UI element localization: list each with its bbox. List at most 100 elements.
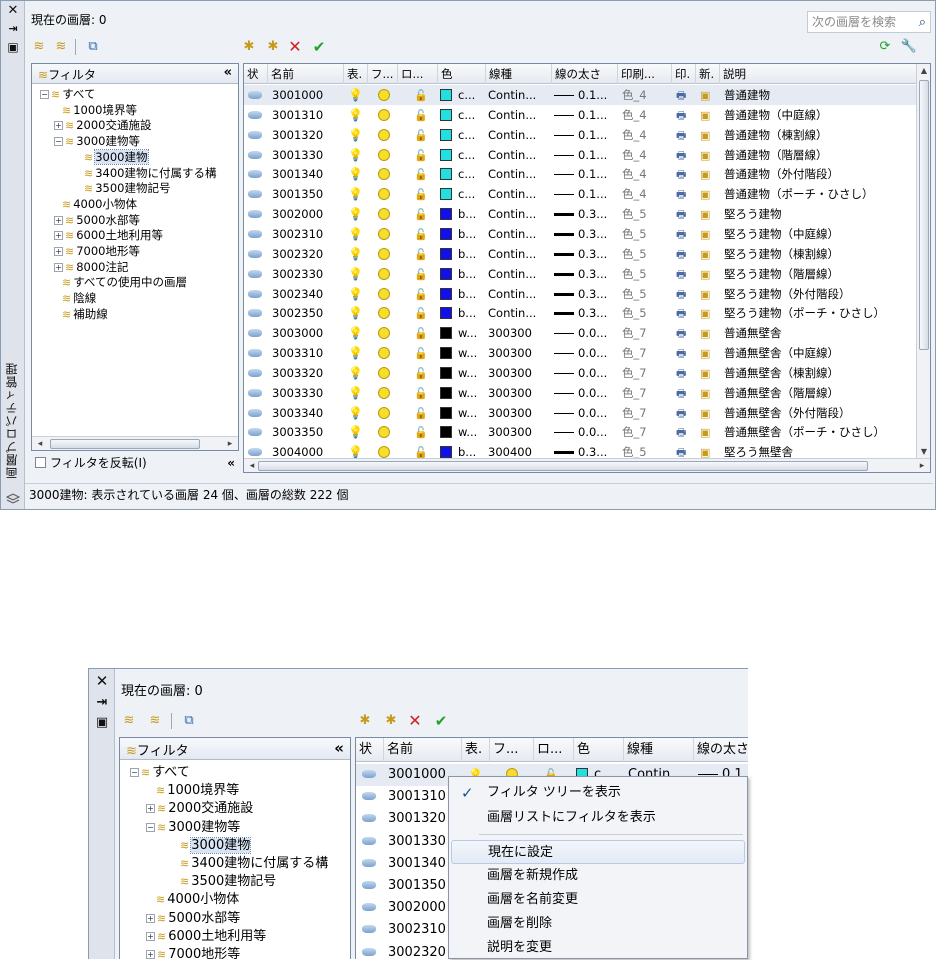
new-layer-vp-frozen-icon[interactable]: ✱ <box>381 711 401 731</box>
plotstyle-cell[interactable]: 色_5 <box>622 284 672 304</box>
tree-node[interactable]: − ≋ 3000建物等 <box>146 819 240 837</box>
new-vp-freeze-cell[interactable]: ▣ <box>700 284 720 304</box>
scroll-thumb[interactable] <box>50 439 200 449</box>
tree-node[interactable]: + ≋ 5000水部等 <box>54 212 140 228</box>
expand-node-icon[interactable]: + <box>54 121 63 131</box>
column-header[interactable]: ロ... <box>398 64 438 84</box>
lock-cell[interactable]: 🔓 <box>414 284 434 304</box>
lightbulb-icon[interactable]: 💡 <box>348 267 363 281</box>
new-vp-freeze-cell[interactable]: ▣ <box>700 403 720 423</box>
tree-node[interactable]: + ≋ 5000水部等 <box>146 910 240 928</box>
new-layer-icon[interactable]: ✱ <box>239 37 259 57</box>
printer-icon[interactable]: 🖶 <box>676 89 686 102</box>
printer-icon[interactable]: 🖶 <box>676 168 686 181</box>
linetype-cell[interactable]: 300300 <box>488 343 552 363</box>
lock-icon[interactable]: 🔓 <box>414 327 428 340</box>
menu-item[interactable]: ✓ フィルタ ツリーを表示 <box>451 781 745 805</box>
lightbulb-icon[interactable]: 💡 <box>348 366 363 380</box>
freeze-cell[interactable] <box>378 244 398 264</box>
plotstyle-cell[interactable]: 色_5 <box>622 224 672 244</box>
on-off-cell[interactable]: 💡 <box>348 164 368 184</box>
printer-icon[interactable]: 🖶 <box>676 327 686 340</box>
layer-name[interactable]: 3001000 <box>272 85 342 105</box>
collapse-node-icon[interactable]: − <box>54 137 63 147</box>
lock-icon[interactable]: 🔓 <box>414 149 428 162</box>
invert-filter-checkbox[interactable] <box>35 457 46 468</box>
plot-cell[interactable]: 🖶 <box>676 224 696 244</box>
new-vp-freeze-cell[interactable]: ▣ <box>700 184 720 204</box>
column-header[interactable]: 表. <box>462 738 490 762</box>
close-icon[interactable]: ✕ <box>89 673 115 689</box>
new-vp-freeze-icon[interactable]: ▣ <box>700 109 710 122</box>
layer-name[interactable]: 3003330 <box>272 383 342 403</box>
new-vp-freeze-icon[interactable]: ▣ <box>700 407 710 420</box>
collapse-node-icon[interactable]: − <box>40 90 49 99</box>
printer-icon[interactable]: 🖶 <box>676 188 686 201</box>
new-vp-freeze-icon[interactable]: ▣ <box>700 168 710 181</box>
layer-name[interactable]: 3002340 <box>272 284 342 304</box>
lightbulb-icon[interactable]: 💡 <box>348 326 363 340</box>
column-header[interactable]: 印刷... <box>618 64 672 84</box>
printer-icon[interactable]: 🖶 <box>676 109 686 122</box>
on-off-cell[interactable]: 💡 <box>348 303 368 323</box>
layer-name[interactable]: 3001340 <box>272 164 342 184</box>
delete-layer-icon[interactable]: ✕ <box>285 37 305 57</box>
sun-icon[interactable] <box>378 128 390 141</box>
color-cell[interactable]: w... <box>440 323 486 343</box>
freeze-cell[interactable] <box>378 422 398 442</box>
on-off-cell[interactable]: 💡 <box>348 244 368 264</box>
plotstyle-cell[interactable]: 色_5 <box>622 244 672 264</box>
lightbulb-icon[interactable]: 💡 <box>348 247 363 261</box>
layer-row[interactable]: 3001000 💡 🔓 c... Contin... 0.1... 色_4 🖶 ▣ 普通建物 <box>244 85 916 105</box>
lock-cell[interactable]: 🔓 <box>414 125 434 145</box>
layer-row[interactable]: 3001350 💡 🔓 c... Contin... 0.1... 色_4 🖶 ▣ 普通建物（ポー… <box>244 184 916 204</box>
tree-node[interactable]: ≋ 3400建物に付属する構 <box>84 165 216 181</box>
color-cell[interactable]: c... <box>440 184 486 204</box>
menu-item[interactable]: 画層を新規作成 <box>451 864 745 888</box>
description-cell[interactable]: 普通無壁舎（外付階段） <box>724 403 924 423</box>
layer-row[interactable]: 3002340 💡 🔓 b... Contin... 0.3... 色_5 🖶 ▣ 堅ろう建物（外… <box>244 284 916 304</box>
layer-name[interactable]: 3003000 <box>272 323 342 343</box>
linetype-cell[interactable]: Contin... <box>488 204 552 224</box>
menu-item[interactable]: 画層リストにフィルタを表示 <box>451 806 745 830</box>
new-vp-freeze-icon[interactable]: ▣ <box>700 208 710 221</box>
new-vp-freeze-cell[interactable]: ▣ <box>700 224 720 244</box>
linetype-cell[interactable]: Contin... <box>488 224 552 244</box>
lightbulb-icon[interactable]: 💡 <box>348 207 363 221</box>
grid-vertical-scrollbar[interactable]: ▲ ▼ <box>916 64 930 458</box>
plot-cell[interactable]: 🖶 <box>676 264 696 284</box>
new-vp-freeze-cell[interactable]: ▣ <box>700 264 720 284</box>
linetype-cell[interactable]: Contin... <box>488 164 552 184</box>
on-off-cell[interactable]: 💡 <box>348 125 368 145</box>
new-vp-freeze-cell[interactable]: ▣ <box>700 303 720 323</box>
new-vp-freeze-cell[interactable]: ▣ <box>700 125 720 145</box>
lock-icon[interactable]: 🔓 <box>414 347 428 360</box>
freeze-cell[interactable] <box>378 164 398 184</box>
lock-icon[interactable]: 🔓 <box>414 268 428 281</box>
linetype-cell[interactable]: Contin... <box>488 145 552 165</box>
layer-states-manager-icon[interactable]: ⧉ <box>179 711 199 731</box>
lock-cell[interactable]: 🔓 <box>414 383 434 403</box>
new-vp-freeze-cell[interactable]: ▣ <box>700 164 720 184</box>
printer-icon[interactable]: 🖶 <box>676 268 686 281</box>
plotstyle-cell[interactable]: 色_7 <box>622 363 672 383</box>
layer-row[interactable]: 3001340 💡 🔓 c... Contin... 0.1... 色_4 🖶 ▣ 普通建物（外付… <box>244 164 916 184</box>
on-off-cell[interactable]: 💡 <box>348 145 368 165</box>
column-header[interactable]: 線の太さ <box>552 64 618 84</box>
color-cell[interactable]: c... <box>440 164 486 184</box>
plot-cell[interactable]: 🖶 <box>676 284 696 304</box>
scroll-right-icon[interactable]: ▸ <box>224 437 236 450</box>
column-header[interactable]: 名前 <box>384 738 462 762</box>
lineweight-cell[interactable]: 0.1... <box>554 125 618 145</box>
expand-node-icon[interactable]: + <box>146 913 155 923</box>
invert-filter-row[interactable]: フィルタを反転(I) « <box>35 453 239 473</box>
new-vp-freeze-icon[interactable]: ▣ <box>700 367 710 380</box>
layer-row[interactable]: 3002330 💡 🔓 b... Contin... 0.3... 色_5 🖶 ▣ 堅ろう建物（階… <box>244 264 916 284</box>
new-vp-freeze-cell[interactable]: ▣ <box>700 343 720 363</box>
layer-row[interactable]: 3001330 💡 🔓 c... Contin... 0.1... 色_4 🖶 ▣ 普通建物（階層… <box>244 145 916 165</box>
lock-icon[interactable]: 🔓 <box>414 168 428 181</box>
close-icon[interactable]: ✕ <box>1 3 25 19</box>
new-property-filter-icon[interactable]: ≋ <box>29 37 49 57</box>
printer-icon[interactable]: 🖶 <box>676 288 686 301</box>
column-header[interactable]: 印. <box>672 64 696 84</box>
